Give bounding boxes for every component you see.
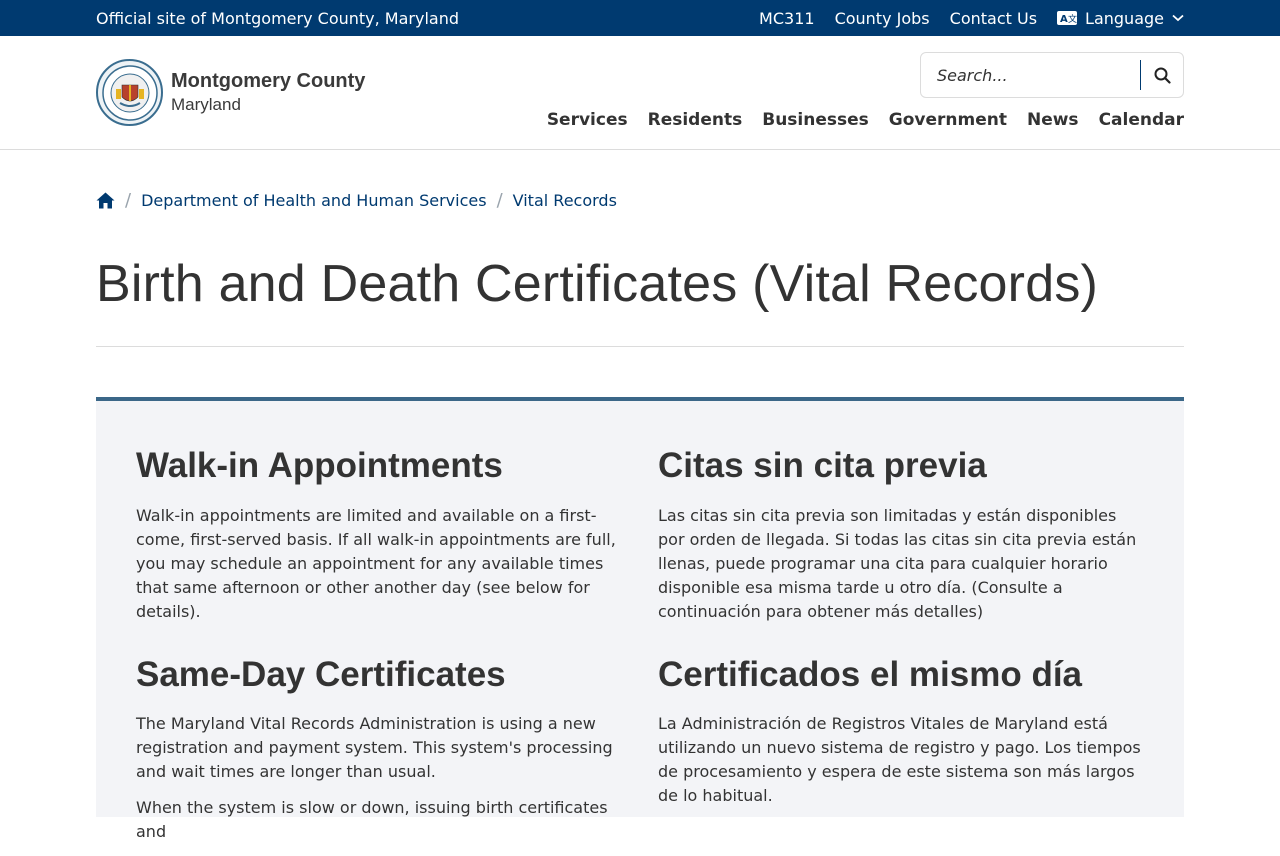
nav-news[interactable]: News [1027, 110, 1079, 130]
title-divider [96, 346, 1184, 347]
nav-businesses[interactable]: Businesses [762, 110, 869, 130]
same-day-text-continued: When the system is slow or down, issuing… [136, 798, 608, 841]
main-nav: Services Residents Businesses Government… [547, 110, 1184, 130]
citas-text: Las citas sin cita previa son limitadas … [658, 505, 1137, 621]
utility-links: MC311 County Jobs Contact Us A 文 Languag… [759, 9, 1184, 28]
utility-bar: Official site of Montgomery County, Mary… [0, 0, 1280, 36]
breadcrumb: / Department of Health and Human Service… [96, 190, 617, 211]
breadcrumb-vital-records-link[interactable]: Vital Records [513, 191, 617, 210]
search-button[interactable] [1141, 53, 1183, 97]
nav-services[interactable]: Services [547, 110, 628, 130]
nav-calendar[interactable]: Calendar [1099, 110, 1184, 130]
search-box [920, 52, 1184, 98]
county-seal-icon [96, 59, 163, 126]
home-icon[interactable] [96, 192, 115, 209]
contact-us-link[interactable]: Contact Us [950, 9, 1037, 28]
spanish-column: Citas sin cita previa Las citas sin cita… [658, 446, 1144, 820]
svg-text:A: A [1060, 14, 1068, 25]
translate-icon: A 文 [1057, 11, 1078, 25]
language-label: Language [1085, 8, 1164, 28]
info-panel: Walk-in Appointments Walk-in appointment… [96, 397, 1184, 841]
certificados-text: La Administración de Registros Vitales d… [658, 714, 1141, 805]
page-title: Birth and Death Certificates (Vital Reco… [96, 255, 1099, 313]
breadcrumb-separator: / [496, 190, 503, 211]
same-day-text: The Maryland Vital Records Administratio… [136, 714, 613, 781]
logo-subtitle: Maryland [171, 95, 241, 114]
breadcrumb-separator: / [125, 190, 132, 211]
county-logo[interactable]: Montgomery County Maryland [96, 59, 365, 126]
search-input[interactable] [921, 53, 1141, 97]
breadcrumb-hhs-link[interactable]: Department of Health and Human Services [141, 191, 486, 210]
county-jobs-link[interactable]: County Jobs [835, 9, 930, 28]
english-column: Walk-in Appointments Walk-in appointment… [136, 446, 622, 856]
walk-in-text: Walk-in appointments are limited and ava… [136, 505, 616, 621]
search-icon [1154, 67, 1171, 84]
mc311-link[interactable]: MC311 [759, 9, 815, 28]
walk-in-heading: Walk-in Appointments [136, 446, 503, 485]
logo-title: Montgomery County [171, 70, 366, 92]
nav-residents[interactable]: Residents [648, 110, 743, 130]
official-site-label: Official site of Montgomery County, Mary… [96, 8, 460, 28]
certificados-heading: Certificados el mismo día [658, 654, 1083, 694]
svg-text:文: 文 [1068, 13, 1077, 25]
nav-government[interactable]: Government [889, 110, 1007, 130]
language-selector[interactable]: A 文 Language [1057, 9, 1184, 28]
citas-heading: Citas sin cita previa [658, 446, 987, 485]
chevron-down-icon [1172, 14, 1184, 22]
site-header: Montgomery County Maryland Services Resi… [0, 36, 1280, 150]
same-day-heading: Same-Day Certificates [136, 654, 506, 694]
